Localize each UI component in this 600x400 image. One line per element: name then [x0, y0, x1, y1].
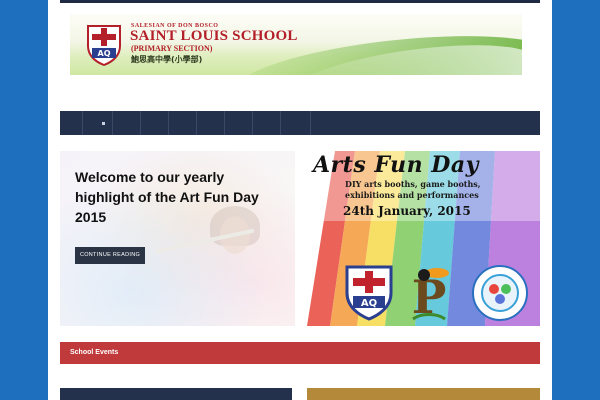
nav-item-8[interactable]: [252, 111, 281, 135]
poster-line-2: exhibitions and performances: [345, 190, 479, 200]
nav-item-1[interactable]: [60, 111, 83, 135]
logo1-letters: AQ: [361, 298, 377, 309]
nav-item-5[interactable]: [168, 111, 197, 135]
nav-item-6[interactable]: [196, 111, 225, 135]
poster-date: 24th January, 2015: [343, 204, 471, 218]
main-nav: [60, 111, 540, 135]
content-block-right: [307, 388, 540, 400]
toucan-p-logo-icon: P: [412, 268, 449, 321]
nav-item-home[interactable]: [82, 111, 113, 135]
school-shield-logo-icon: AQ: [345, 265, 393, 321]
slide-heading: Welcome to our yearly highlight of the A…: [75, 169, 259, 225]
nav-item-3[interactable]: [112, 111, 141, 135]
round-emblem-logo-icon: [472, 265, 528, 321]
nav-active-marker: [102, 122, 105, 125]
school-crest-icon: AQ: [87, 25, 121, 66]
page-container: AQ SALESIAN OF DON BOSCO SAINT LOUIS SCH…: [48, 0, 552, 400]
school-banner[interactable]: AQ SALESIAN OF DON BOSCO SAINT LOUIS SCH…: [70, 14, 522, 75]
school-events-bar: School Events: [60, 342, 540, 364]
school-events-label[interactable]: School Events: [70, 342, 118, 364]
featured-slider[interactable]: Arts Fun Day DIY arts booths, game booth…: [60, 151, 540, 326]
banner-title: SAINT LOUIS SCHOOL: [130, 28, 298, 44]
content-block-left: [60, 388, 292, 400]
nav-item-9[interactable]: [280, 111, 311, 135]
crest-letters: AQ: [98, 49, 111, 58]
banner-subtitle: (PRIMARY SECTION): [131, 44, 213, 53]
poster-line-1: DIY arts booths, game booths,: [345, 179, 481, 189]
continue-reading-button[interactable]: CONTINUE READING: [75, 247, 145, 264]
arts-fun-day-poster: Arts Fun Day DIY arts booths, game booth…: [295, 151, 540, 326]
nav-item-7[interactable]: [224, 111, 253, 135]
banner-chinese-name: 鮑思高中學(小學部): [131, 55, 203, 64]
top-strip: [60, 0, 540, 3]
nav-item-4[interactable]: [140, 111, 169, 135]
poster-title: Arts Fun Day: [313, 152, 479, 178]
